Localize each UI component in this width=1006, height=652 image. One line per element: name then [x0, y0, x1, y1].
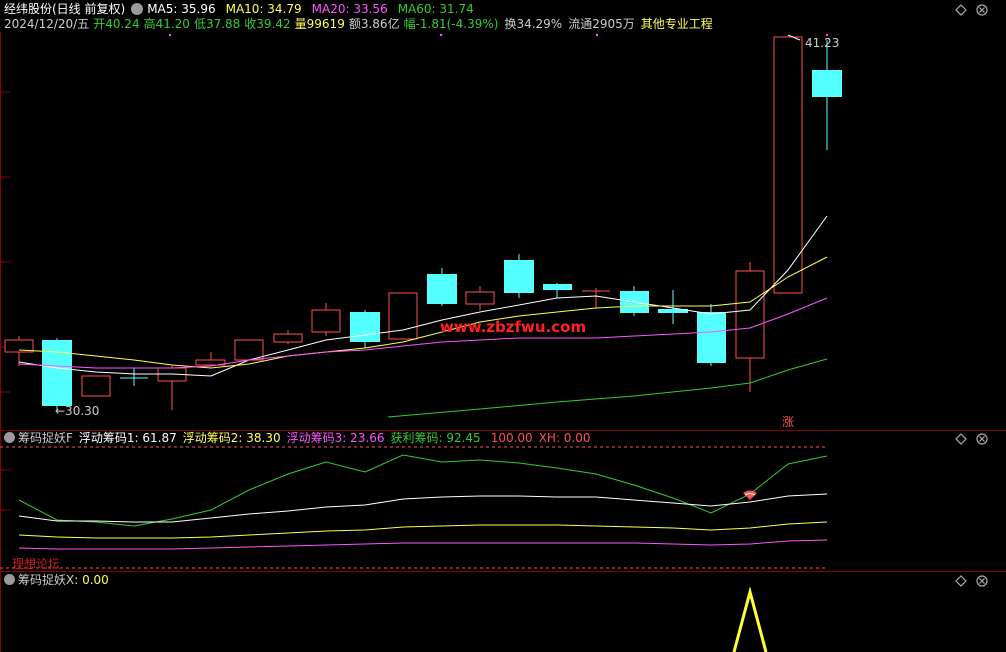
high-price-label: 41.23: [805, 36, 840, 50]
candle-up[interactable]: [465, 286, 495, 310]
candle-up[interactable]: [157, 365, 187, 410]
float-chip2-value: 浮动筹码2: 38.30: [182, 431, 281, 445]
candle-up[interactable]: [735, 262, 765, 392]
candlesticks[interactable]: [4, 36, 842, 410]
signal-spike: [732, 586, 768, 652]
candle-down[interactable]: [504, 254, 534, 298]
float-chip1-line: [18, 493, 828, 523]
candle-up[interactable]: [311, 303, 341, 336]
panel3-value: : 0.00: [74, 573, 109, 587]
watermark-text: www.zbzfwu.com: [440, 318, 587, 336]
candle-up[interactable]: [195, 352, 226, 366]
ref-100-value: 100.00: [490, 431, 533, 445]
panel3-title[interactable]: 筹码捉妖X: [18, 573, 74, 587]
forum-label: 理想论坛: [12, 557, 61, 571]
xh-value: XH: 0.00: [538, 431, 591, 445]
panel3-dropdown-icon[interactable]: [4, 574, 15, 585]
float-chip3-line: [18, 539, 828, 550]
candle-down[interactable]: [350, 310, 380, 348]
panel3-header: 筹码捉妖X : 0.00: [4, 573, 109, 587]
panel2-lines: [0, 446, 828, 569]
profit-chip-value: 获利筹码: 92.45: [390, 431, 481, 445]
panel2-header: 筹码捉妖F 浮动筹码1: 61.87 浮动筹码2: 38.30 浮动筹码3: 2…: [4, 431, 591, 445]
candle-down[interactable]: [658, 290, 688, 324]
panel2-dropdown-icon[interactable]: [4, 432, 15, 443]
candle-up[interactable]: [388, 292, 418, 340]
limit-up-mark: 涨: [782, 415, 795, 429]
top-markers: [168, 33, 829, 37]
candle-down[interactable]: [543, 283, 572, 298]
candle-down[interactable]: [620, 286, 649, 316]
panel2-title[interactable]: 筹码捉妖F: [18, 431, 73, 445]
profit-chip-line: [18, 454, 828, 527]
candle-up[interactable]: [81, 375, 111, 397]
candle-up-limit[interactable]: [773, 36, 803, 294]
candle-down[interactable]: [42, 338, 72, 410]
candle-down[interactable]: [427, 268, 457, 306]
candle-down[interactable]: [812, 40, 842, 150]
ma60-line: [387, 358, 828, 418]
grid-lines: [0, 32, 1006, 652]
float-chip3-value: 浮动筹码3: 23.66: [286, 431, 385, 445]
low-price-label: ←30.30: [55, 404, 100, 418]
float-chip1-value: 浮动筹码1: 61.87: [78, 431, 177, 445]
signal-marker: [743, 490, 757, 500]
candle-up[interactable]: [273, 330, 303, 344]
candle-doji[interactable]: [120, 368, 148, 386]
